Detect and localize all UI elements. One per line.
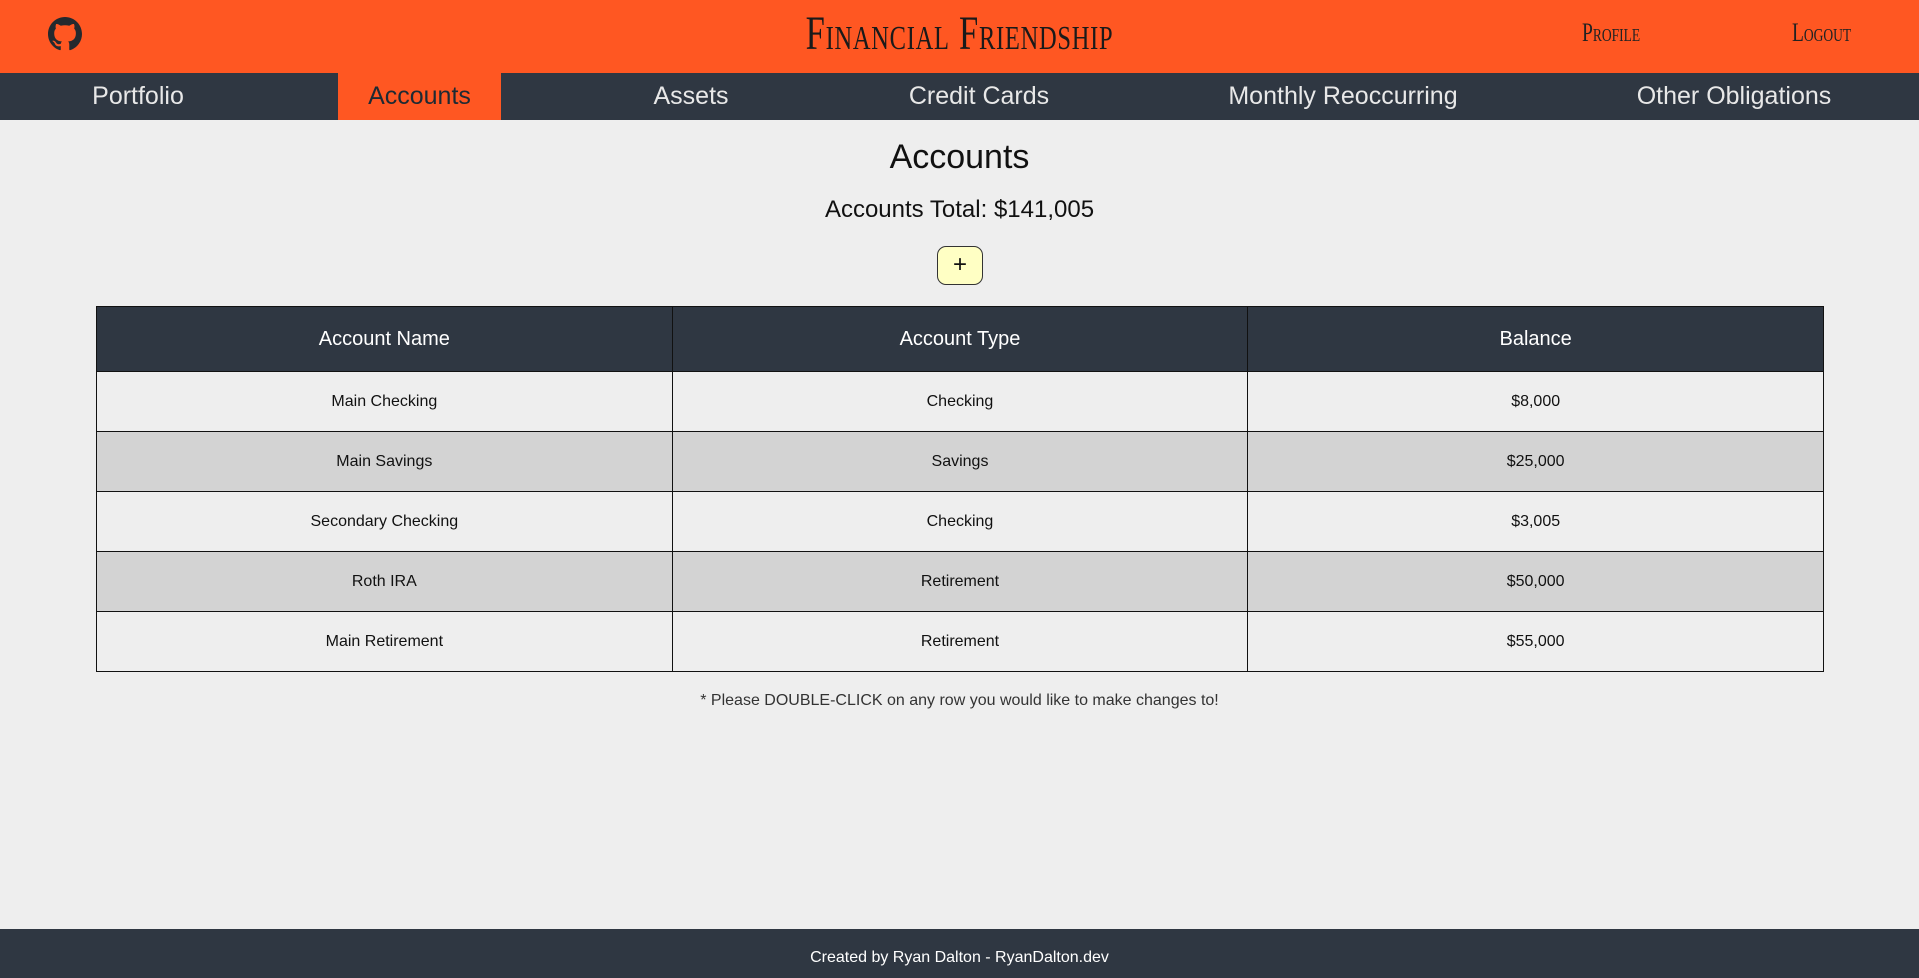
add-account-button[interactable]: +: [937, 246, 983, 285]
nav-item-portfolio[interactable]: Portfolio: [0, 73, 276, 120]
account-type-cell: Checking: [671, 371, 1249, 432]
table-row[interactable]: Secondary Checking Checking $3,005: [96, 491, 1824, 552]
accounts-total: Accounts Total: $141,005: [824, 196, 1095, 223]
balance-cell: $3,005: [1247, 491, 1824, 552]
edit-hint: * Please DOUBLE-CLICK on any row you wou…: [700, 692, 1219, 709]
balance-cell: $50,000: [1247, 551, 1824, 612]
nav-item-credit-cards[interactable]: Credit Cards: [868, 73, 1090, 120]
brand-title: Financial Friendship: [269, 6, 1651, 61]
account-name-cell: Main Savings: [96, 431, 673, 492]
table-header-row: Account Name Account Type Balance: [96, 306, 1824, 372]
table-row[interactable]: Main Retirement Retirement $55,000: [96, 611, 1824, 672]
account-type-cell: Checking: [671, 491, 1249, 552]
balance-cell: $8,000: [1247, 371, 1824, 432]
profile-link[interactable]: Profile: [1582, 18, 1640, 48]
account-type-cell: Retirement: [671, 611, 1249, 672]
account-type-cell: Retirement: [671, 551, 1249, 612]
logout-link[interactable]: Logout: [1792, 18, 1851, 48]
github-icon[interactable]: [48, 17, 82, 51]
column-header-balance: Balance: [1247, 306, 1824, 372]
main-nav: Portfolio Accounts Assets Credit Cards M…: [0, 73, 1919, 120]
column-header-account-name: Account Name: [96, 306, 673, 372]
account-name-cell: Roth IRA: [96, 551, 673, 612]
app-header: Financial Friendship Profile Logout: [0, 0, 1919, 73]
nav-item-accounts[interactable]: Accounts: [338, 73, 501, 120]
accounts-table: Account Name Account Type Balance Main C…: [96, 306, 1824, 672]
balance-cell: $25,000: [1247, 431, 1824, 492]
table-row[interactable]: Main Checking Checking $8,000: [96, 371, 1824, 432]
nav-item-other-obligations[interactable]: Other Obligations: [1612, 73, 1856, 120]
account-name-cell: Secondary Checking: [96, 491, 673, 552]
footer: Created by Ryan Dalton - RyanDalton.dev: [0, 929, 1919, 978]
nav-item-monthly-reoccurring[interactable]: Monthly Reoccurring: [1205, 73, 1481, 120]
nav-item-assets[interactable]: Assets: [591, 73, 791, 120]
column-header-account-type: Account Type: [671, 306, 1249, 372]
brand-title-text: Financial Friendship: [805, 7, 1114, 60]
page-title: Accounts: [889, 138, 1030, 176]
account-type-cell: Savings: [671, 431, 1249, 492]
account-name-cell: Main Checking: [96, 371, 673, 432]
table-row[interactable]: Roth IRA Retirement $50,000: [96, 551, 1824, 612]
table-row[interactable]: Main Savings Savings $25,000: [96, 431, 1824, 492]
account-name-cell: Main Retirement: [96, 611, 673, 672]
footer-credit[interactable]: Created by Ryan Dalton - RyanDalton.dev: [810, 949, 1109, 966]
balance-cell: $55,000: [1247, 611, 1824, 672]
